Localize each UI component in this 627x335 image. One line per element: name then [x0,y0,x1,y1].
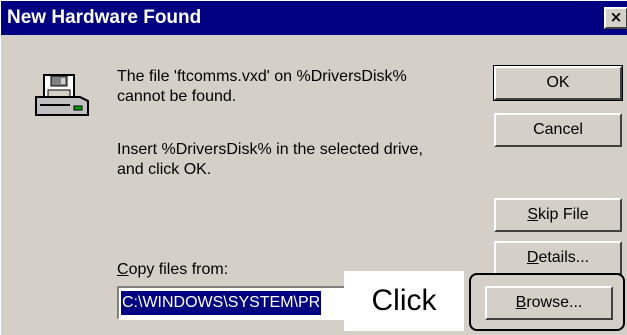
cancel-button[interactable]: Cancel [494,113,622,147]
message-line-4: and click OK. [117,161,212,178]
copy-files-from-label: Copy files from: [117,260,228,279]
floppy-drive-icon [35,74,89,116]
skip-file-label: kip File [537,206,589,223]
close-icon: × [609,8,623,26]
new-hardware-dialog: New Hardware Found × The file 'ftcomms.v… [0,0,627,335]
message-line-3: Insert %DriversDisk% in the selected dri… [117,141,423,158]
message-line-1: The file 'ftcomms.vxd' on %DriversDisk% [117,68,407,85]
copy-files-label-text: opy files from: [128,261,229,278]
browse-highlight-frame [469,273,625,331]
title-bar[interactable]: New Hardware Found × [1,1,627,35]
skip-file-button[interactable]: Skip File [494,198,622,232]
message-line-2: cannot be found. [117,88,237,105]
details-button[interactable]: Details... [494,241,622,275]
copy-files-path-value: C:\WINDOWS\SYSTEM\PR [121,291,322,315]
close-button[interactable]: × [604,7,627,29]
ok-button[interactable]: OK [493,65,623,101]
copy-files-mnemonic: C [117,261,129,278]
cancel-button-label: Cancel [533,121,583,138]
details-label: etails... [538,249,590,266]
click-callout: Click [344,271,464,331]
skip-file-mnemonic: S [527,206,538,223]
window-title: New Hardware Found [7,7,202,28]
ok-button-label: OK [546,74,570,91]
details-mnemonic: D [526,249,539,266]
copy-files-path-input[interactable]: C:\WINDOWS\SYSTEM\PR [117,286,353,320]
